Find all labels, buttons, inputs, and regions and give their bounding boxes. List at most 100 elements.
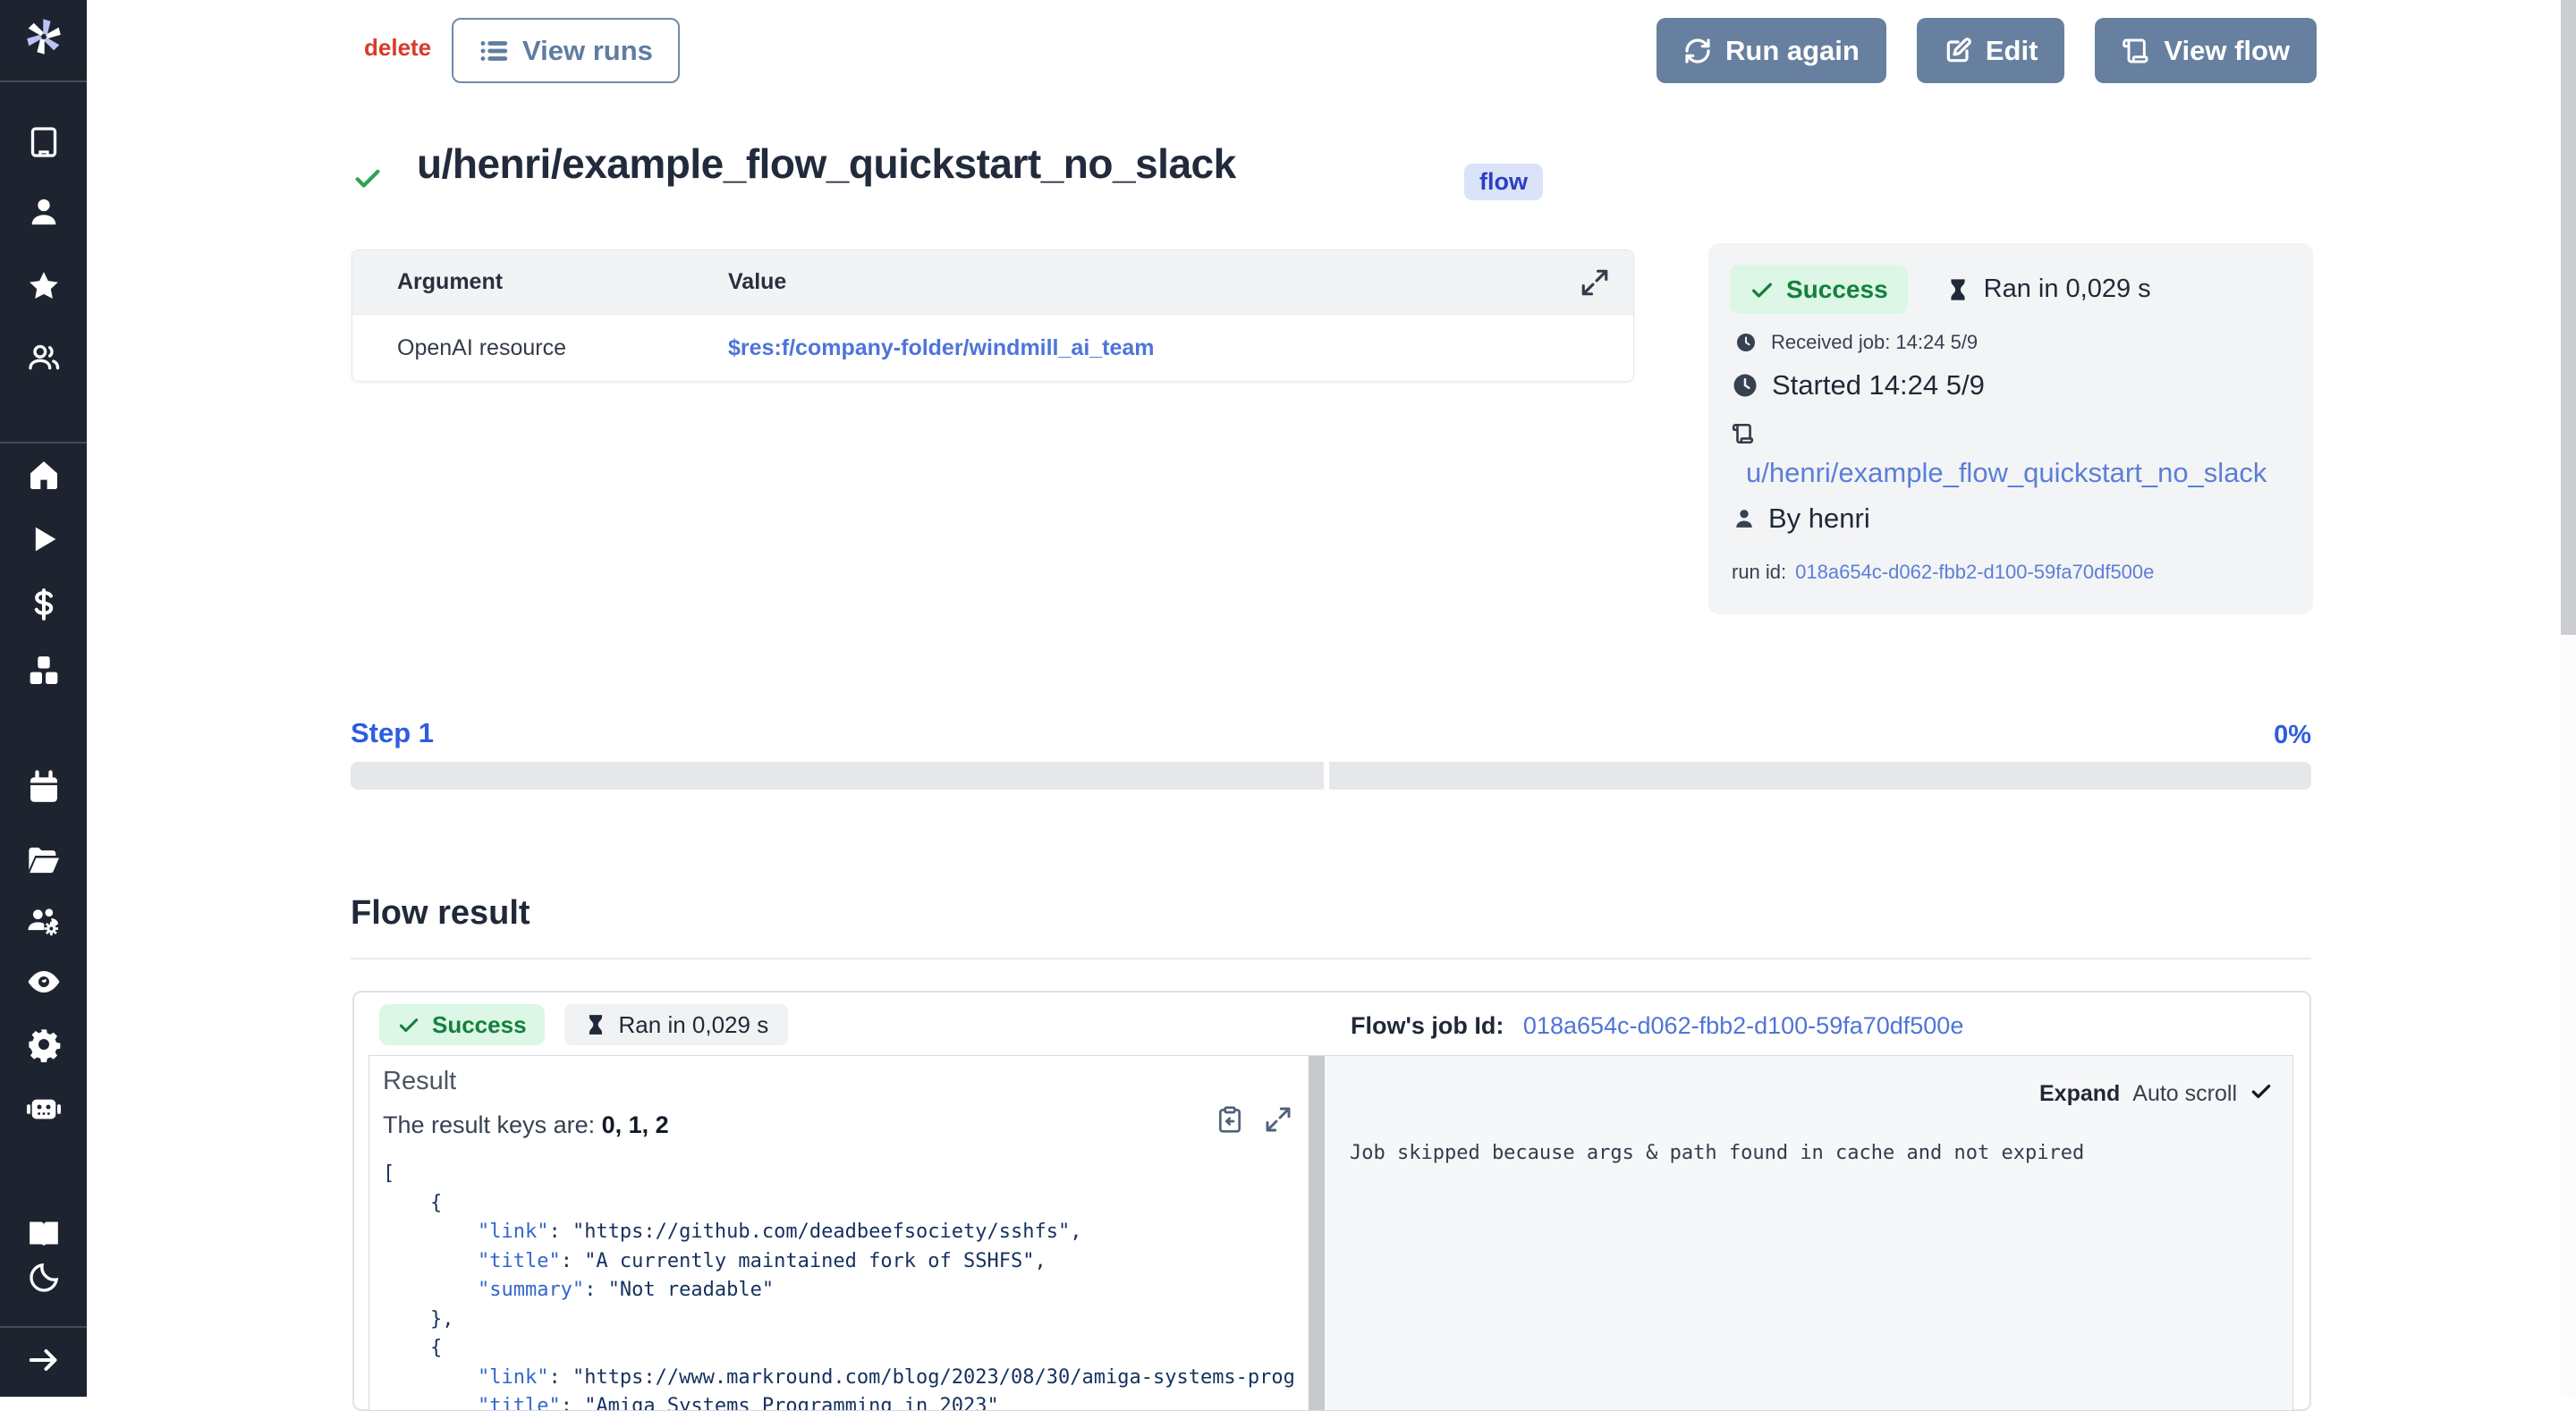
clipboard-copy-icon <box>1216 1105 1244 1134</box>
run-again-button[interactable]: Run again <box>1657 18 1886 83</box>
user-icon <box>1732 506 1757 531</box>
flow-path-link[interactable]: u/henri/example_flow_quickstart_no_slack <box>1746 457 2267 489</box>
page-scrollbar[interactable] <box>2561 0 2576 1397</box>
boxes-icon <box>26 653 62 689</box>
run-again-label: Run again <box>1725 35 1860 67</box>
sidebar-item-schedules[interactable] <box>0 770 87 806</box>
run-info-panel: Success Ran in 0,029 s Received job: 14:… <box>1708 243 2313 614</box>
result-log-split: Result The result keys are: 0, 1, 2 [ { … <box>369 1055 2293 1411</box>
arguments-table-header: Argument Value <box>352 250 1633 315</box>
play-icon <box>26 521 62 557</box>
flow-job-id-link[interactable]: 018a654c-d062-fbb2-d100-59fa70df500e <box>1523 1012 1963 1039</box>
user-icon <box>26 194 62 230</box>
result-keys-line: The result keys are: 0, 1, 2 <box>383 1111 669 1139</box>
arrow-right-icon <box>26 1342 62 1378</box>
result-pane: Result The result keys are: 0, 1, 2 [ { … <box>369 1056 1309 1410</box>
sidebar-item-theme-toggle[interactable] <box>0 1260 87 1296</box>
sidebar-item-variables[interactable] <box>0 587 87 622</box>
expand-arrows-icon <box>1580 267 1610 298</box>
log-text: Job skipped because args & path found in… <box>1350 1142 2084 1164</box>
section-divider <box>351 958 2311 959</box>
sidebar-item-docs[interactable] <box>0 1215 87 1251</box>
hourglass-icon <box>1945 277 1970 302</box>
run-id-label: run id: <box>1732 561 1786 584</box>
users-gear-icon <box>26 904 62 940</box>
argument-value-link[interactable]: $res:f/company-folder/windmill_ai_team <box>728 335 1155 361</box>
view-flow-button[interactable]: View flow <box>2095 18 2317 83</box>
sidebar-divider <box>0 442 87 444</box>
list-icon <box>479 36 509 66</box>
sidebar-item-home[interactable] <box>0 457 87 493</box>
moon-icon <box>26 1260 62 1296</box>
status-badge: Success <box>379 1004 545 1045</box>
sidebar-item-ai[interactable] <box>0 1089 87 1125</box>
sidebar-item-folders[interactable] <box>0 842 87 878</box>
dollar-icon <box>26 587 62 622</box>
run-id-line: run id: 018a654c-d062-fbb2-d100-59fa70df… <box>1732 561 2154 584</box>
star-icon <box>26 268 62 304</box>
clock-icon <box>1732 372 1758 399</box>
gear-icon <box>26 1027 62 1062</box>
copy-result-button[interactable] <box>1216 1105 1244 1136</box>
step-percent: 0% <box>2268 721 2311 750</box>
edit-icon <box>1944 37 1972 65</box>
edit-label: Edit <box>1986 35 2038 67</box>
delete-button[interactable]: delete <box>364 34 431 62</box>
arguments-table: Argument Value OpenAI resource $res:f/co… <box>352 249 1634 382</box>
view-runs-label: View runs <box>522 35 653 67</box>
eye-icon <box>26 964 62 1000</box>
step-label[interactable]: Step 1 <box>351 717 434 749</box>
result-title: Result <box>383 1067 456 1096</box>
sidebar-divider <box>0 1326 87 1328</box>
page-title: u/henri/example_flow_quickstart_no_slack <box>417 139 1236 188</box>
result-json-viewer[interactable]: [ { "link": "https://github.com/deadbeef… <box>383 1160 1295 1411</box>
hourglass-icon <box>584 1013 607 1036</box>
expand-result-button[interactable] <box>1264 1105 1292 1136</box>
view-flow-label: View flow <box>2164 35 2290 67</box>
calendar-icon <box>26 770 62 806</box>
edit-button[interactable]: Edit <box>1917 18 2065 83</box>
column-header-value: Value <box>728 269 786 295</box>
sidebar-item-workers[interactable] <box>0 904 87 940</box>
sidebar-item-workspace[interactable] <box>0 124 87 160</box>
autoscroll-check-icon[interactable] <box>2250 1079 2273 1109</box>
sidebar-item-favorites[interactable] <box>0 268 87 304</box>
sidebar-divider <box>0 80 87 82</box>
success-check-icon <box>352 163 383 198</box>
book-open-icon <box>26 1215 62 1251</box>
result-keys: 0, 1, 2 <box>602 1111 669 1138</box>
progress-bar-segment <box>1329 762 2311 790</box>
status-badge: Success <box>1730 265 1908 314</box>
sidebar-item-settings[interactable] <box>0 1027 87 1062</box>
folder-open-icon <box>26 842 62 878</box>
robot-icon <box>26 1089 62 1125</box>
expand-table-button[interactable] <box>1580 267 1610 300</box>
sidebar-item-groups[interactable] <box>0 340 87 376</box>
table-row: OpenAI resource $res:f/company-folder/wi… <box>352 315 1633 381</box>
sidebar-item-runs[interactable] <box>0 521 87 557</box>
log-expand-button[interactable]: Expand <box>2039 1081 2120 1107</box>
windmill-logo-icon[interactable] <box>0 14 87 59</box>
sidebar-item-audit-logs[interactable] <box>0 964 87 1000</box>
result-pane-scrollbar[interactable] <box>1309 1056 1325 1410</box>
scrollbar-thumb[interactable] <box>2561 0 2576 635</box>
check-icon <box>397 1013 420 1036</box>
run-duration-badge: Ran in 0,029 s <box>564 1004 789 1045</box>
view-runs-button[interactable]: View runs <box>452 18 680 83</box>
progress-bar-segment <box>351 762 1324 790</box>
run-duration: Ran in 0,029 s <box>1945 275 2151 304</box>
column-header-argument: Argument <box>352 269 728 295</box>
received-job-line: Received job: 14:24 5/9 <box>1735 331 1978 354</box>
flow-result-heading: Flow result <box>351 894 530 933</box>
home-icon <box>26 457 62 493</box>
top-actions: Run again Edit View flow <box>1657 18 2317 83</box>
sidebar-item-user[interactable] <box>0 194 87 230</box>
log-pane: Expand Auto scroll Job skipped because a… <box>1325 1056 2292 1410</box>
check-icon <box>1750 277 1775 302</box>
run-author-line: By henri <box>1732 503 1870 535</box>
scroll-icon <box>2122 37 2150 65</box>
run-id-link[interactable]: 018a654c-d062-fbb2-d100-59fa70df500e <box>1795 561 2154 584</box>
sidebar-item-resources[interactable] <box>0 653 87 689</box>
sidebar-item-expand[interactable] <box>0 1342 87 1378</box>
flow-job-id-line: Flow's job Id: 018a654c-d062-fbb2-d100-5… <box>1351 1012 1963 1040</box>
